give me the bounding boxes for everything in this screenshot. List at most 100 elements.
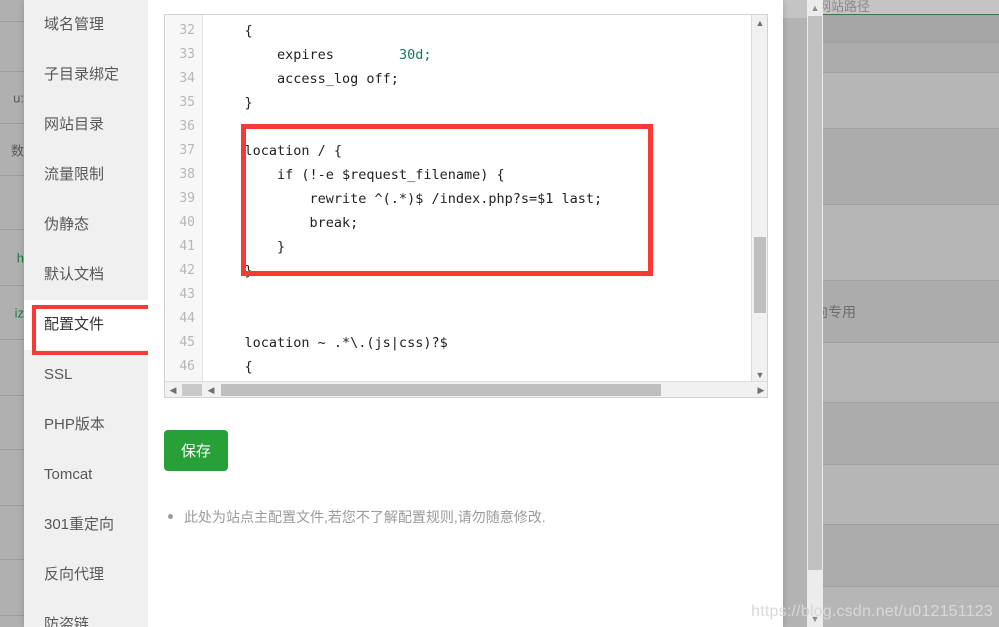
sidebar-item-label: 流量限制: [44, 166, 105, 183]
background-left-sliver: u: 数 h iz: [0, 0, 24, 627]
panel-scrollbar[interactable]: ▲ ▼: [807, 0, 823, 627]
sidebar-item-3[interactable]: 流量限制: [24, 150, 148, 200]
watermark: https://blog.csdn.net/u012151123: [751, 603, 993, 620]
background-table-row: [810, 129, 999, 205]
scroll-up-icon[interactable]: ▲: [752, 15, 767, 31]
background-left-row: h: [0, 230, 24, 286]
line-number: 45: [179, 335, 195, 350]
sidebar-item-5[interactable]: 默认文档: [24, 250, 148, 300]
line-number: 32: [179, 23, 195, 38]
background-table-row: [810, 15, 999, 43]
site-settings-panel: 域名管理子目录绑定网站目录流量限制伪静态默认文档配置文件 SSL PHP版本 Tomc…: [24, 0, 823, 627]
background-left-row: [0, 450, 24, 506]
vertical-scroll-thumb[interactable]: [754, 237, 766, 313]
background-left-row: [0, 616, 24, 627]
sidebar-item-label: 网站目录: [44, 116, 105, 133]
sidebar-item-8[interactable]: PHP版本: [24, 400, 148, 450]
code-line: }: [212, 263, 253, 279]
line-number: 40: [179, 215, 195, 230]
scroll-right-icon[interactable]: ▶: [753, 382, 767, 397]
editor-body: 3233343536373839404142434445464748 { exp…: [165, 15, 753, 383]
sidebar-item-4[interactable]: 伪静态: [24, 200, 148, 250]
sidebar-item-2[interactable]: 网站目录: [24, 100, 148, 150]
background-left-row: [0, 22, 24, 72]
sidebar-item-0[interactable]: 域名管理: [24, 0, 148, 50]
line-number: 35: [179, 95, 195, 110]
code-area[interactable]: { expires 30d; access_log off; } locatio…: [204, 15, 753, 383]
code-line: rewrite ^(.*)$ /index.php?s=$1 last;: [212, 191, 603, 207]
code-line: {: [212, 359, 253, 375]
background-table-row: [810, 73, 999, 129]
line-number: 34: [179, 71, 195, 86]
background-left-fragment: 数: [10, 143, 24, 158]
scroll-left-icon[interactable]: ◀: [203, 382, 219, 397]
line-number: 42: [179, 263, 195, 278]
editor-vertical-scrollbar[interactable]: ▲ ▼: [751, 15, 767, 383]
code-line: access_log off;: [212, 71, 399, 87]
config-hint-text: 此处为站点主配置文件,若您不了解配置规则,请勿随意修改.: [184, 509, 546, 525]
line-number: 43: [179, 287, 195, 302]
sidebar-item-1[interactable]: 子目录绑定: [24, 50, 148, 100]
background-left-row: [0, 176, 24, 230]
save-button[interactable]: 保存: [164, 430, 229, 471]
line-number: 36: [179, 119, 195, 134]
sidebar-item-label: Tomcat: [44, 466, 93, 483]
background-left-row: u:: [0, 72, 24, 124]
panel-scroll-thumb[interactable]: [808, 16, 822, 570]
line-number: 44: [179, 311, 195, 326]
code-line: break;: [212, 215, 359, 231]
background-left-fragment: iz: [14, 305, 24, 320]
sidebar-item-label: 默认文档: [44, 266, 105, 283]
sidebar-item-9[interactable]: Tomcat: [24, 450, 148, 500]
editor-horizontal-scrollbar[interactable]: ◀ ◀ ▶: [165, 381, 767, 397]
sidebar-item-10[interactable]: 301重定向: [24, 500, 148, 550]
config-hint: 此处为站点主配置文件,若您不了解配置规则,请勿随意修改.: [164, 507, 767, 527]
background-table: 向专用: [810, 15, 999, 627]
sidebar-item-label: 防盗链: [44, 616, 90, 627]
background-left-row: iz: [0, 286, 24, 340]
background-table-row: [810, 465, 999, 525]
line-number: 41: [179, 239, 195, 254]
sidebar-item-label: SSL: [44, 366, 73, 383]
sidebar-item-label: PHP版本: [44, 416, 105, 433]
sidebar-item-7[interactable]: SSL: [24, 350, 148, 400]
sidebar-item-label: 伪静态: [44, 216, 90, 233]
sidebar-item-6[interactable]: 配置文件: [24, 300, 148, 350]
background-left-row: [0, 506, 24, 560]
background-left-row: [0, 0, 24, 22]
screen: 网站路径 向专用 u: 数 h iz 域名管理子目录绑定网站目录流量限制伪静态默认文档…: [0, 0, 999, 627]
code-line: location ~ .*\.(js|css)?$: [212, 335, 448, 351]
code-value: 30d;: [398, 47, 432, 63]
gutter-scroll-thumb[interactable]: [182, 384, 202, 396]
sidebar-item-label: 域名管理: [44, 16, 105, 33]
sidebar-item-12[interactable]: 防盗链: [24, 600, 148, 627]
gutter-scroll-left-icon[interactable]: ◀: [165, 382, 181, 397]
sidebar-item-label: 反向代理: [44, 566, 105, 583]
background-table-row: [810, 343, 999, 403]
panel-scroll-up-icon[interactable]: ▲: [807, 0, 823, 16]
sidebar-item-label: 子目录绑定: [44, 66, 120, 83]
background-table-row: 向专用: [810, 281, 999, 343]
background-topbar-text: 网站路径: [818, 0, 871, 14]
horizontal-scroll-thumb[interactable]: [221, 384, 661, 396]
code-line: expires 30d;: [212, 47, 432, 63]
background-left-row: [0, 560, 24, 616]
background-left-row: [0, 340, 24, 396]
background-table-row: [810, 525, 999, 587]
sidebar-item-label: 301重定向: [44, 516, 115, 533]
config-code-editor[interactable]: 3233343536373839404142434445464748 { exp…: [164, 14, 768, 398]
code-line: }: [212, 239, 286, 255]
sidebar-item-label: 配置文件: [44, 316, 105, 333]
settings-sidebar: 域名管理子目录绑定网站目录流量限制伪静态默认文档配置文件 SSL PHP版本 Tomc…: [24, 0, 148, 627]
line-number: 33: [179, 47, 195, 62]
code-line: {: [212, 23, 253, 39]
line-number: 37: [179, 143, 195, 158]
line-number: 38: [179, 167, 195, 182]
line-number-gutter: 3233343536373839404142434445464748: [165, 15, 203, 383]
sidebar-item-11[interactable]: 反向代理: [24, 550, 148, 600]
background-left-row: 数: [0, 124, 24, 176]
bullet-icon: [168, 514, 173, 519]
code-line: if (!-e $request_filename) {: [212, 167, 505, 183]
